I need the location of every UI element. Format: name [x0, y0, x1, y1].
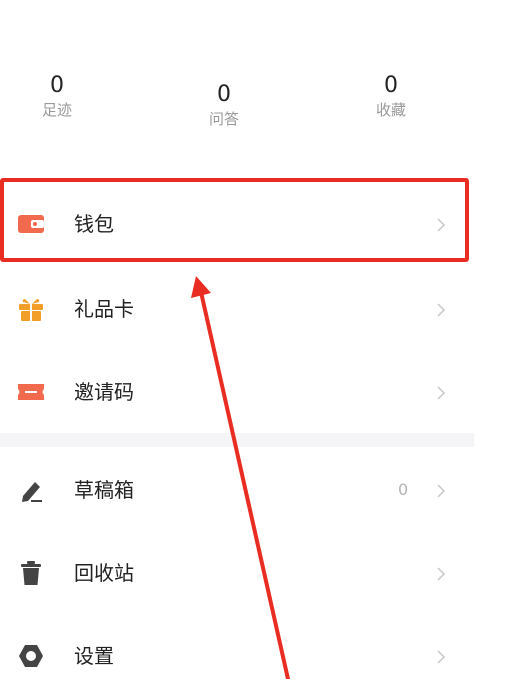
menu-item-label: 礼品卡	[74, 297, 134, 321]
pen-icon	[22, 482, 42, 502]
menu-item-drafts[interactable]: 草稿箱 0	[0, 449, 474, 531]
stat-value: 0	[50, 73, 64, 98]
stat-qa[interactable]: 0 问答	[169, 81, 279, 129]
stat-label: 收藏	[375, 101, 406, 119]
stat-favorites[interactable]: 0 收藏	[336, 72, 446, 120]
chevron-right-icon	[437, 567, 446, 581]
section-divider	[0, 433, 474, 447]
stat-label: 足迹	[41, 101, 72, 119]
menu-item-label: 设置	[74, 644, 114, 668]
stats-row: 0 足迹 0 问答 0 收藏	[0, 72, 474, 152]
menu-item-label: 邀请码	[74, 380, 134, 404]
stat-value: 0	[384, 73, 398, 98]
menu-item-label: 草稿箱	[74, 478, 134, 502]
menu-item-gift-card[interactable]: 礼品卡	[0, 268, 474, 350]
menu-item-settings[interactable]: 设置	[0, 615, 474, 697]
stat-label: 问答	[208, 110, 239, 128]
ticket-icon	[18, 384, 44, 400]
chevron-right-icon	[437, 386, 446, 400]
trash-icon	[21, 561, 41, 585]
gift-icon	[19, 299, 43, 321]
menu-item-recycle-bin[interactable]: 回收站	[0, 532, 474, 614]
drafts-count: 0	[398, 480, 409, 499]
stat-footprints[interactable]: 0 足迹	[2, 72, 112, 120]
chevron-right-icon	[437, 650, 446, 664]
highlight-box	[0, 178, 469, 262]
stat-value: 0	[217, 82, 231, 107]
menu-item-invite-code[interactable]: 邀请码	[0, 351, 474, 433]
menu-item-label: 回收站	[74, 561, 134, 585]
gear-icon	[19, 645, 43, 667]
chevron-right-icon	[437, 484, 446, 498]
chevron-right-icon	[437, 303, 446, 317]
